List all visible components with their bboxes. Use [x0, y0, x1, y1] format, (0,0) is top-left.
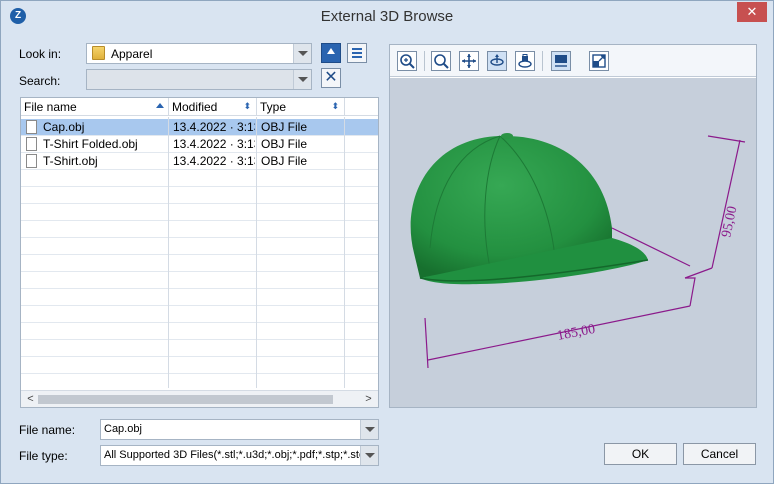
close-button[interactable]: ✕: [737, 2, 767, 22]
column-header-type[interactable]: Type ⬍: [257, 98, 345, 116]
file-list-header: File name Modified ⬍ Type ⬍: [21, 98, 378, 116]
column-header-file-name[interactable]: File name: [21, 98, 169, 116]
view-list-button[interactable]: [347, 43, 367, 63]
window-title: External 3D Browse: [320, 8, 454, 25]
empty-row: [21, 187, 378, 204]
search-input[interactable]: [86, 69, 312, 90]
scroll-left-icon[interactable]: <: [23, 392, 38, 407]
empty-row: [21, 221, 378, 238]
title-bar: Z External 3D Browse ✕: [1, 1, 773, 31]
horizontal-scrollbar[interactable]: < >: [21, 390, 378, 407]
file-type-value: All Supported 3D Files(*.stl;*.u3d;*.obj…: [104, 449, 360, 461]
modified-cell: 13.4.2022 · 3:13: [173, 120, 255, 134]
chevron-down-icon[interactable]: [293, 44, 311, 63]
sort-icon: ⬍: [243, 101, 251, 111]
rotate-button[interactable]: [487, 51, 507, 71]
chevron-down-icon[interactable]: [360, 446, 378, 465]
type-cell: OBJ File: [261, 154, 308, 168]
ok-button[interactable]: OK: [604, 443, 677, 465]
empty-row: [21, 170, 378, 187]
3d-canvas[interactable]: 185,00 95,00: [390, 78, 756, 407]
file-name-value: Cap.obj: [104, 423, 142, 435]
move-icon: [462, 54, 476, 68]
table-row[interactable]: Cap.obj 13.4.2022 · 3:13 OBJ File: [21, 119, 378, 136]
file-name-label: File name:: [19, 423, 76, 437]
type-cell: OBJ File: [261, 120, 308, 134]
clear-search-button[interactable]: ✕: [321, 68, 341, 88]
rotate-locked-button[interactable]: [515, 51, 535, 71]
sort-ascending-icon: [156, 103, 164, 108]
empty-row: [21, 238, 378, 255]
pan-button[interactable]: [459, 51, 479, 71]
viewer-toolbar: [390, 45, 756, 77]
file-name-cell: T-Shirt.obj: [43, 154, 98, 168]
modified-cell: 13.4.2022 · 3:13: [173, 137, 255, 151]
file-rows: Cap.obj 13.4.2022 · 3:13 OBJ File T-Shir…: [21, 117, 378, 391]
cap-model-render: 185,00 95,00: [410, 133, 746, 369]
file-icon: [26, 137, 37, 151]
table-row[interactable]: T-Shirt.obj 13.4.2022 · 3:13 OBJ File: [21, 153, 378, 170]
zoom-button[interactable]: [431, 51, 451, 71]
folder-icon: [92, 46, 105, 60]
zoom-fit-button[interactable]: [397, 51, 417, 71]
magnifier-icon: [434, 54, 449, 69]
empty-row: [21, 204, 378, 221]
file-icon: [26, 154, 37, 168]
empty-row: [21, 340, 378, 357]
column-header-modified[interactable]: Modified ⬍: [169, 98, 257, 116]
file-name-cell: T-Shirt Folded.obj: [43, 137, 138, 151]
empty-row: [21, 289, 378, 306]
rotate-lock-icon: [518, 54, 532, 68]
scrollbar-thumb[interactable]: [38, 395, 333, 404]
column-divider: [344, 117, 345, 388]
zoom-fit-icon: [400, 54, 415, 69]
empty-row: [21, 357, 378, 374]
column-divider: [168, 117, 169, 388]
look-in-label: Look in:: [19, 47, 62, 61]
file-icon: [26, 120, 37, 134]
sort-icon: ⬍: [331, 101, 339, 111]
dimensions-toggle-button[interactable]: [551, 51, 571, 71]
file-type-label: File type:: [19, 449, 68, 463]
empty-row: [21, 306, 378, 323]
empty-row: [21, 272, 378, 289]
empty-row: [21, 374, 378, 391]
toolbar-separator: [542, 51, 543, 71]
empty-row: [21, 255, 378, 272]
look-in-value: Apparel: [111, 47, 153, 61]
look-in-dropdown[interactable]: Apparel: [86, 43, 312, 64]
dimension-height-label: 95,00: [719, 205, 740, 239]
file-type-dropdown[interactable]: All Supported 3D Files(*.stl;*.u3d;*.obj…: [100, 445, 379, 466]
file-name-field[interactable]: Cap.obj: [100, 419, 379, 440]
modified-cell: 13.4.2022 · 3:13: [173, 154, 255, 168]
expand-icon: [592, 54, 606, 68]
cancel-button[interactable]: Cancel: [683, 443, 756, 465]
panel-splitter[interactable]: [382, 37, 386, 477]
search-label: Search:: [19, 74, 61, 88]
dimension-icon: [555, 55, 567, 67]
rotate-icon: [490, 54, 504, 66]
3d-viewer-panel: 185,00 95,00: [389, 44, 757, 408]
up-folder-button[interactable]: [321, 43, 341, 63]
chevron-down-icon[interactable]: [360, 420, 378, 439]
column-label: Type: [260, 100, 287, 114]
scroll-right-icon[interactable]: >: [361, 392, 376, 407]
column-label: Modified: [172, 100, 218, 114]
fullscreen-button[interactable]: [589, 51, 609, 71]
table-row[interactable]: T-Shirt Folded.obj 13.4.2022 · 3:13 OBJ …: [21, 136, 378, 153]
column-label: File name: [24, 100, 77, 114]
type-cell: OBJ File: [261, 137, 308, 151]
chevron-down-icon[interactable]: [293, 70, 311, 89]
dimension-length-label: 185,00: [556, 322, 597, 344]
file-list: File name Modified ⬍ Type ⬍ Cap.obj 13.4…: [20, 97, 379, 408]
empty-row: [21, 323, 378, 340]
toolbar-separator: [424, 51, 425, 71]
column-divider: [256, 117, 257, 388]
dialog-window: Z External 3D Browse ✕ Look in: Apparel …: [0, 0, 774, 484]
file-name-cell: Cap.obj: [43, 120, 85, 134]
